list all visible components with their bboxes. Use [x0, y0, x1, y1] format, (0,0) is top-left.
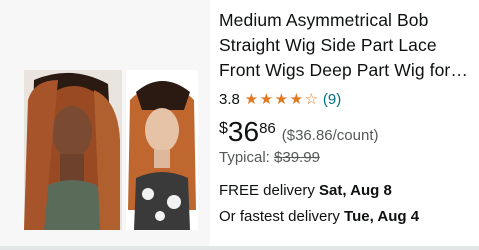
product-image-panel[interactable]: [0, 0, 210, 250]
fastest-delivery-prefix: Or fastest delivery: [219, 208, 340, 225]
star-rating[interactable]: ★ ★ ★ ★ ☆: [244, 92, 319, 107]
star-full-icon: ★: [244, 90, 259, 108]
price-fraction: 86: [259, 120, 276, 137]
star-full-icon: ★: [274, 90, 289, 108]
product-info: Medium Asymmetrical Bob Straight Wig Sid…: [219, 8, 477, 229]
delivery-prefix: FREE delivery: [219, 182, 315, 199]
price[interactable]: $ 36 86 ($36.86/count): [219, 117, 477, 147]
price-symbol: $: [219, 120, 228, 137]
delivery-date: Sat, Aug 8: [319, 182, 392, 199]
rating-value: 3.8: [219, 90, 240, 108]
free-delivery: FREE delivery Sat, Aug 8: [219, 179, 477, 203]
fastest-delivery: Or fastest delivery Tue, Aug 4: [219, 205, 477, 229]
product-image[interactable]: [24, 70, 198, 230]
star-full-icon: ★: [289, 90, 304, 108]
review-count-link[interactable]: (9): [323, 91, 341, 108]
star-empty-icon: ☆: [304, 90, 319, 108]
rating-row[interactable]: 3.8 ★ ★ ★ ★ ☆ (9): [219, 89, 477, 109]
product-card[interactable]: Medium Asymmetrical Bob Straight Wig Sid…: [0, 0, 479, 250]
unit-price: ($36.86/count): [281, 127, 379, 144]
typical-price: $39.99: [274, 149, 320, 166]
price-whole: 36: [227, 116, 260, 147]
typical-label: Typical:: [219, 149, 270, 166]
star-full-icon: ★: [259, 90, 274, 108]
product-title[interactable]: Medium Asymmetrical Bob Straight Wig Sid…: [219, 8, 477, 83]
typical-price-row: Typical: $39.99: [219, 149, 477, 169]
divider: [0, 246, 479, 250]
fastest-delivery-date: Tue, Aug 4: [344, 208, 420, 225]
